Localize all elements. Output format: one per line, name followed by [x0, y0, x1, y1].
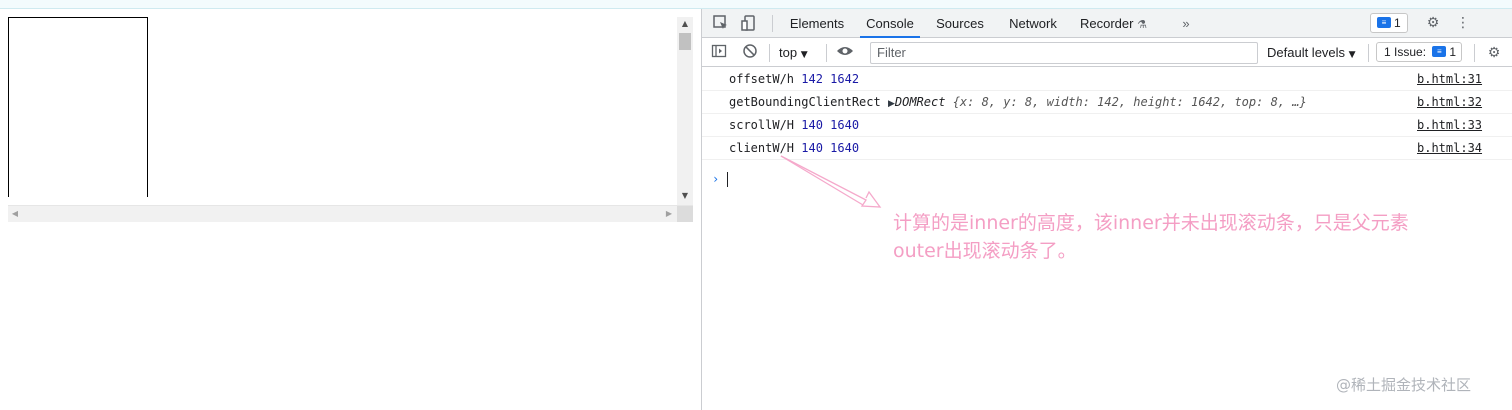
devtools-tab-bar: Elements Console Sources Network Recorde…	[702, 9, 1512, 38]
log-levels-dropdown[interactable]: Default levels ▼	[1267, 43, 1356, 63]
vertical-scrollbar[interactable]: ▲ ▼	[677, 17, 693, 205]
sidebar-toggle-icon[interactable]	[709, 43, 729, 63]
console-row: scrollW/H 140 1640 b.html:33	[702, 114, 1512, 137]
toolbar-separator	[826, 44, 827, 62]
console-message: clientW/H 140 1640	[729, 137, 859, 159]
console-prompt-icon: ›	[712, 172, 720, 186]
inspect-element-icon[interactable]	[712, 14, 730, 32]
log-value: 142 1642	[801, 72, 860, 86]
tab-separator	[772, 15, 773, 32]
outer-scroll-container: ▲ ▼ ◀ ▶	[8, 17, 693, 222]
console-input-caret[interactable]	[727, 172, 728, 187]
clear-console-icon[interactable]	[740, 43, 760, 63]
console-message: getBoundingClientRect ▶DOMRect {x: 8, y:…	[729, 91, 1307, 115]
log-levels-value: Default levels	[1267, 45, 1346, 60]
live-expression-eye-icon[interactable]	[835, 43, 855, 63]
scroll-down-arrow-icon[interactable]: ▼	[677, 189, 693, 203]
expand-triangle-icon[interactable]: ▶	[888, 99, 895, 109]
tab-console[interactable]: Console	[860, 9, 920, 38]
more-options-icon[interactable]: ⋮	[1454, 14, 1472, 32]
source-link[interactable]: b.html:31	[1417, 68, 1482, 90]
annotation-note: 计算的是inner的高度，该inner并未出现滚动条，只是父元素 outer出现…	[893, 209, 1468, 265]
console-message: scrollW/H 140 1640	[729, 114, 859, 136]
tab-recorder[interactable]: Recorder ⚗	[1080, 9, 1152, 38]
console-settings-gear-icon[interactable]: ⚙	[1484, 43, 1504, 63]
caret-down-icon: ▼	[800, 50, 808, 60]
tab-network[interactable]: Network	[1002, 9, 1064, 38]
log-value: 140 1640	[801, 118, 860, 132]
log-label: clientW/H	[729, 141, 795, 155]
log-label: getBoundingClientRect	[729, 95, 881, 109]
issues-count: 1	[1449, 45, 1457, 59]
log-label: scrollW/H	[729, 118, 795, 132]
issues-button[interactable]: 1 Issue: ≡ 1	[1376, 42, 1462, 62]
tab-elements[interactable]: Elements	[784, 9, 850, 38]
console-filter-input[interactable]: Filter	[870, 42, 1258, 64]
log-value: 140 1640	[801, 141, 860, 155]
tab-sources[interactable]: Sources	[932, 9, 988, 38]
annotation-line-1: 计算的是inner的高度，该inner并未出现滚动条，只是父元素	[893, 212, 1409, 234]
annotation-line-2: outer出现滚动条了。	[893, 240, 1077, 262]
console-toolbar: top ▼ Filter Default levels ▼ 1 Issue: ≡…	[702, 39, 1512, 67]
horizontal-scrollbar[interactable]: ◀ ▶	[8, 205, 693, 222]
toolbar-separator	[769, 44, 770, 62]
toolbar-separator	[1474, 44, 1475, 62]
context-value: top	[779, 45, 798, 60]
messages-badge-button[interactable]: ≡ 1	[1370, 13, 1408, 33]
log-label: offsetW/h	[729, 72, 795, 86]
scroll-left-arrow-icon[interactable]: ◀	[8, 206, 22, 222]
caret-down-icon: ▼	[1348, 50, 1356, 60]
more-tabs-button[interactable]: »	[1176, 9, 1196, 38]
source-link[interactable]: b.html:32	[1417, 91, 1482, 113]
vertical-scroll-thumb[interactable]	[679, 33, 691, 50]
page-viewport: ▲ ▼ ◀ ▶	[0, 9, 701, 410]
console-row: clientW/H 140 1640 b.html:34	[702, 137, 1512, 160]
console-row: offsetW/h 142 1642 b.html:31	[702, 68, 1512, 91]
scroll-right-arrow-icon[interactable]: ▶	[662, 206, 676, 222]
messages-count: 1	[1394, 16, 1401, 30]
tab-recorder-label: Recorder	[1080, 16, 1134, 31]
message-icon: ≡	[1377, 17, 1391, 29]
console-message: offsetW/h 142 1642	[729, 68, 859, 90]
scrollbar-corner	[677, 206, 693, 222]
inner-box	[8, 17, 148, 197]
issues-label: 1 Issue:	[1384, 45, 1427, 59]
device-toolbar-icon[interactable]	[740, 14, 758, 32]
scroll-up-arrow-icon[interactable]: ▲	[677, 17, 693, 31]
log-object-preview[interactable]: {x: 8, y: 8, width: 142, height: 1642, t…	[953, 95, 1307, 109]
source-link[interactable]: b.html:34	[1417, 137, 1482, 159]
browser-top-strip	[0, 0, 1512, 9]
source-link[interactable]: b.html:33	[1417, 114, 1482, 136]
toolbar-separator	[1368, 44, 1369, 62]
context-selector[interactable]: top ▼	[779, 43, 808, 63]
issue-message-icon: ≡	[1432, 46, 1447, 58]
flask-icon: ⚗	[1137, 18, 1147, 31]
settings-gear-icon[interactable]: ⚙	[1424, 14, 1442, 32]
console-row: getBoundingClientRect ▶DOMRect {x: 8, y:…	[702, 91, 1512, 114]
log-object-type[interactable]: DOMRect	[895, 95, 946, 109]
watermark: @稀土掘金技术社区	[1336, 376, 1472, 394]
